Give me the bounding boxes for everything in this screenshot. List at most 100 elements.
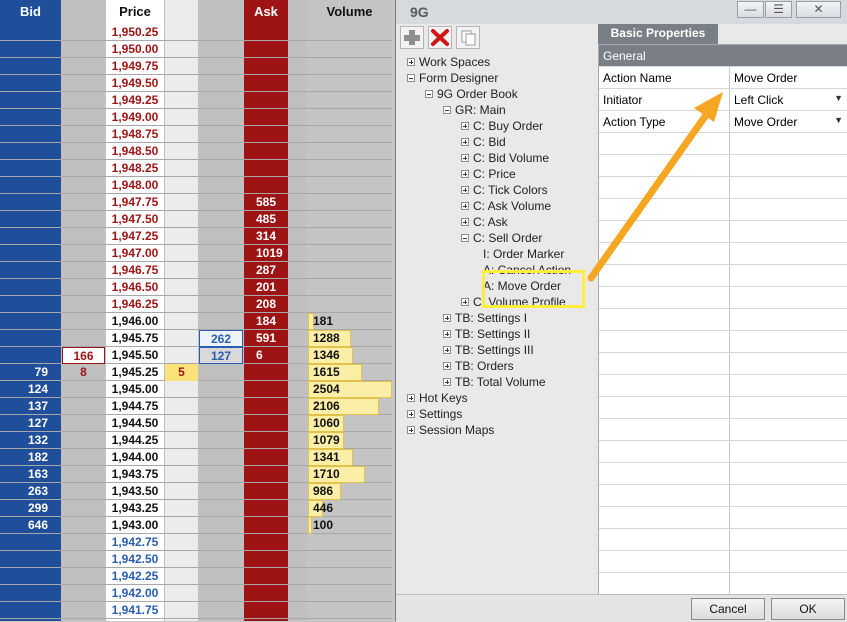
cancel-button[interactable]: Cancel xyxy=(691,598,765,620)
price-cell[interactable]: 1,945.00 xyxy=(106,381,164,398)
collapse-icon[interactable] xyxy=(407,74,415,82)
tab-basic-properties[interactable]: Basic Properties xyxy=(598,24,718,44)
expand-icon[interactable] xyxy=(461,138,469,146)
property-row[interactable]: Action Type Move Order ▼ xyxy=(599,111,847,133)
expand-icon[interactable] xyxy=(443,346,451,354)
volume-cell[interactable]: 986 xyxy=(309,483,389,500)
volume-cell[interactable]: 446 xyxy=(309,500,389,517)
expand-icon[interactable] xyxy=(443,330,451,338)
expand-icon[interactable] xyxy=(461,298,469,306)
price-cell[interactable]: 1,946.25 xyxy=(106,296,164,313)
expand-icon[interactable] xyxy=(407,426,415,434)
expand-icon[interactable] xyxy=(407,410,415,418)
price-cell[interactable]: 1,949.75 xyxy=(106,58,164,75)
ask-size-cell[interactable]: 201 xyxy=(244,279,288,296)
price-cell[interactable]: 1,949.00 xyxy=(106,109,164,126)
ask-size-cell[interactable]: 6 xyxy=(244,347,288,364)
sell-order-cell[interactable]: 127 xyxy=(199,347,243,364)
price-cell[interactable]: 1,945.50 xyxy=(106,347,164,364)
volume-cell[interactable]: 181 xyxy=(309,313,389,330)
minimize-button[interactable]: — xyxy=(737,1,764,18)
collapse-icon[interactable] xyxy=(425,90,433,98)
bid-size-cell[interactable]: 79 xyxy=(0,364,58,381)
volume-cell[interactable]: 100 xyxy=(309,517,389,534)
buy-order-cell[interactable]: 8 xyxy=(62,364,105,381)
price-cell[interactable]: 1,941.75 xyxy=(106,602,164,619)
price-cell[interactable]: 1,943.75 xyxy=(106,466,164,483)
close-button[interactable]: ✕ xyxy=(796,1,841,18)
add-button[interactable] xyxy=(400,26,424,49)
bid-size-cell[interactable]: 263 xyxy=(0,483,58,500)
price-cell[interactable]: 1,942.75 xyxy=(106,534,164,551)
volume-cell[interactable]: 1288 xyxy=(309,330,389,347)
bid-size-cell[interactable]: 299 xyxy=(0,500,58,517)
expand-icon[interactable] xyxy=(443,378,451,386)
price-cell[interactable]: 1,950.25 xyxy=(106,24,164,41)
property-value[interactable]: Move Order xyxy=(734,67,797,89)
expand-icon[interactable] xyxy=(461,218,469,226)
price-cell[interactable]: 1,942.00 xyxy=(106,585,164,602)
price-cell[interactable]: 1,945.25 xyxy=(106,364,164,381)
price-cell[interactable]: 1,946.00 xyxy=(106,313,164,330)
price-cell[interactable]: 1,945.75 xyxy=(106,330,164,347)
collapse-icon[interactable] xyxy=(461,234,469,242)
ask-size-cell[interactable]: 1019 xyxy=(244,245,288,262)
price-cell[interactable]: 1,948.50 xyxy=(106,143,164,160)
price-cell[interactable]: 1,947.25 xyxy=(106,228,164,245)
price-cell[interactable]: 1,943.00 xyxy=(106,517,164,534)
price-cell[interactable]: 1,950.00 xyxy=(106,41,164,58)
expand-icon[interactable] xyxy=(443,314,451,322)
volume-cell[interactable]: 2106 xyxy=(309,398,389,415)
price-cell[interactable]: 1,946.75 xyxy=(106,262,164,279)
property-row[interactable]: Initiator Left Click ▼ xyxy=(599,89,847,111)
price-cell[interactable]: 1,944.25 xyxy=(106,432,164,449)
ask-size-cell[interactable]: 208 xyxy=(244,296,288,313)
copy-button[interactable] xyxy=(456,26,480,49)
collapse-icon[interactable] xyxy=(443,106,451,114)
price-cell[interactable]: 1,947.50 xyxy=(106,211,164,228)
price-cell[interactable]: 1,948.00 xyxy=(106,177,164,194)
sell-order-cell[interactable]: 262 xyxy=(199,330,243,347)
dropdown-arrow-icon[interactable]: ▼ xyxy=(834,115,843,125)
price-cell[interactable]: 1,949.25 xyxy=(106,92,164,109)
price-cell[interactable]: 1,942.25 xyxy=(106,568,164,585)
ask-header[interactable]: Ask xyxy=(244,0,288,24)
price-cell[interactable]: 1,943.25 xyxy=(106,500,164,517)
expand-icon[interactable] xyxy=(461,170,469,178)
bid-size-cell[interactable]: 137 xyxy=(0,398,58,415)
ask-size-cell[interactable]: 485 xyxy=(244,211,288,228)
bid-size-cell[interactable]: 127 xyxy=(0,415,58,432)
volume-cell[interactable]: 2504 xyxy=(309,381,389,398)
expand-icon[interactable] xyxy=(461,186,469,194)
expand-icon[interactable] xyxy=(407,58,415,66)
ask-size-cell[interactable]: 591 xyxy=(244,330,288,347)
price-header[interactable]: Price xyxy=(106,0,164,24)
bid-header[interactable]: Bid xyxy=(0,0,61,24)
volume-cell[interactable]: 1346 xyxy=(309,347,389,364)
volume-cell[interactable]: 1079 xyxy=(309,432,389,449)
dialog-titlebar[interactable]: 9G — ☰ ✕ xyxy=(396,0,847,24)
price-cell[interactable]: 1,948.75 xyxy=(106,126,164,143)
expand-icon[interactable] xyxy=(461,202,469,210)
price-cell[interactable]: 1,949.50 xyxy=(106,75,164,92)
price-cell[interactable]: 1,947.75 xyxy=(106,194,164,211)
bid-size-cell[interactable]: 182 xyxy=(0,449,58,466)
price-cell[interactable]: 1,948.25 xyxy=(106,160,164,177)
ok-button[interactable]: OK xyxy=(771,598,845,620)
expand-icon[interactable] xyxy=(461,154,469,162)
bid-size-cell[interactable]: 124 xyxy=(0,381,58,398)
expand-icon[interactable] xyxy=(461,122,469,130)
expand-icon[interactable] xyxy=(443,362,451,370)
price-cell[interactable]: 1,944.00 xyxy=(106,449,164,466)
price-cell[interactable]: 1,944.75 xyxy=(106,398,164,415)
restore-button[interactable]: ☰ xyxy=(765,1,792,18)
property-value[interactable]: Left Click xyxy=(734,89,783,111)
property-value[interactable]: Move Order xyxy=(734,111,797,133)
volume-cell[interactable]: 1060 xyxy=(309,415,389,432)
ask-size-cell[interactable]: 585 xyxy=(244,194,288,211)
order-marker-cell[interactable]: 5 xyxy=(165,364,198,381)
bid-size-cell[interactable]: 163 xyxy=(0,466,58,483)
volume-cell[interactable]: 1341 xyxy=(309,449,389,466)
volume-cell[interactable]: 1615 xyxy=(309,364,389,381)
price-cell[interactable]: 1,943.50 xyxy=(106,483,164,500)
